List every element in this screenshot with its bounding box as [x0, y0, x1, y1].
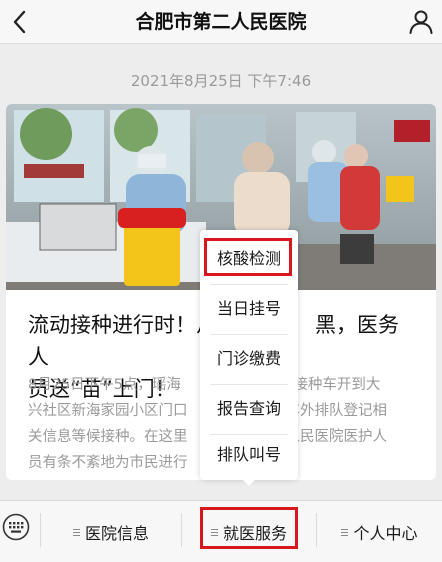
menu-lines-icon — [341, 527, 349, 538]
person-icon — [409, 10, 433, 34]
top-nav-bar: 合肥市第二人民医院 — [0, 0, 442, 44]
bottom-menu-bar: 医院信息 就医服务 个人中心 — [0, 500, 442, 562]
submenu-item-same-day-registration[interactable]: 当日挂号 — [200, 284, 298, 334]
medical-service-submenu: 核酸检测 当日挂号 门诊缴费 报告查询 排队叫号 — [200, 230, 298, 486]
menu-lines-icon — [72, 527, 80, 538]
keyboard-toggle-button[interactable] — [2, 513, 30, 541]
submenu-item-outpatient-payment[interactable]: 门诊缴费 — [200, 334, 298, 384]
menu-tab-hospital-info[interactable]: 医院信息 — [41, 501, 181, 562]
submenu-pointer — [241, 478, 257, 486]
chevron-left-icon — [13, 10, 26, 34]
page-title: 合肥市第二人民医院 — [135, 11, 307, 33]
menu-tab-personal-center[interactable]: 个人中心 — [317, 501, 442, 562]
back-button[interactable] — [6, 8, 34, 36]
message-timestamp: 2021年8月25日 下午7:46 — [130, 72, 312, 90]
menu-tab-highlight-box — [200, 507, 298, 549]
submenu-item-report-query[interactable]: 报告查询 — [200, 384, 298, 434]
submenu-highlight-box — [204, 238, 292, 276]
profile-button[interactable] — [406, 7, 436, 37]
submenu-item-queue-calling[interactable]: 排队叫号 — [200, 430, 298, 480]
keyboard-icon — [2, 513, 30, 541]
